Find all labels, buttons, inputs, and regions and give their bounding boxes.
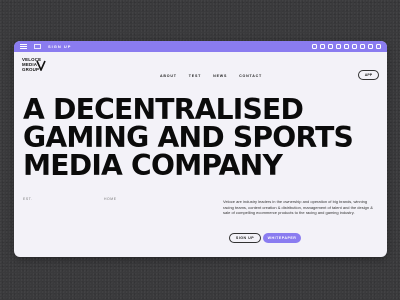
app-button[interactable]: APP	[358, 70, 379, 80]
whitepaper-button[interactable]: WHITEPAPER	[263, 233, 301, 243]
headline-line-1: A DECENTRALISED	[23, 93, 304, 126]
tiktok-icon[interactable]	[352, 44, 357, 49]
main-nav: VELOCE MEDIA GROUP ABOUT TEST NEWS CONTA…	[14, 52, 387, 85]
nav-item-about[interactable]: ABOUT	[160, 74, 177, 78]
headline-line-3: MEDIA COMPANY	[23, 149, 283, 182]
topbar-signup-link[interactable]: SIGN UP	[48, 44, 71, 49]
top-bar: SIGN UP	[14, 41, 387, 52]
signup-button[interactable]: SIGN UP	[229, 233, 261, 243]
twitter-icon[interactable]	[320, 44, 325, 49]
headline-line-2: GAMING AND SPORTS	[23, 121, 354, 154]
menu-icon[interactable]	[20, 44, 27, 49]
telegram-icon[interactable]	[368, 44, 373, 49]
social-links	[312, 44, 381, 49]
twitch-icon[interactable]	[360, 44, 365, 49]
hero-description: Veloce are industry leaders in the owner…	[223, 199, 373, 216]
meta-right: HOME	[104, 197, 117, 201]
youtube-icon[interactable]	[328, 44, 333, 49]
nav-item-contact[interactable]: CONTACT	[239, 74, 262, 78]
hero-headline: A DECENTRALISED GAMING AND SPORTS MEDIA …	[23, 93, 383, 182]
facebook-icon[interactable]	[344, 44, 349, 49]
nav-item-news[interactable]: NEWS	[213, 74, 227, 78]
nav-item-test[interactable]: TEST	[189, 74, 201, 78]
discord-icon[interactable]	[376, 44, 381, 49]
linkedin-icon[interactable]	[336, 44, 341, 49]
instagram-icon[interactable]	[312, 44, 317, 49]
meta-left: EST.	[23, 197, 33, 201]
browser-window: SIGN UP VELOCE MEDIA GROUP ABOUT TEST NE…	[14, 41, 387, 257]
logo[interactable]: VELOCE MEDIA GROUP	[22, 57, 50, 81]
nav-menu: ABOUT TEST NEWS CONTACT	[160, 74, 262, 78]
wallet-icon[interactable]	[34, 44, 41, 49]
logo-mark-icon	[36, 60, 46, 71]
